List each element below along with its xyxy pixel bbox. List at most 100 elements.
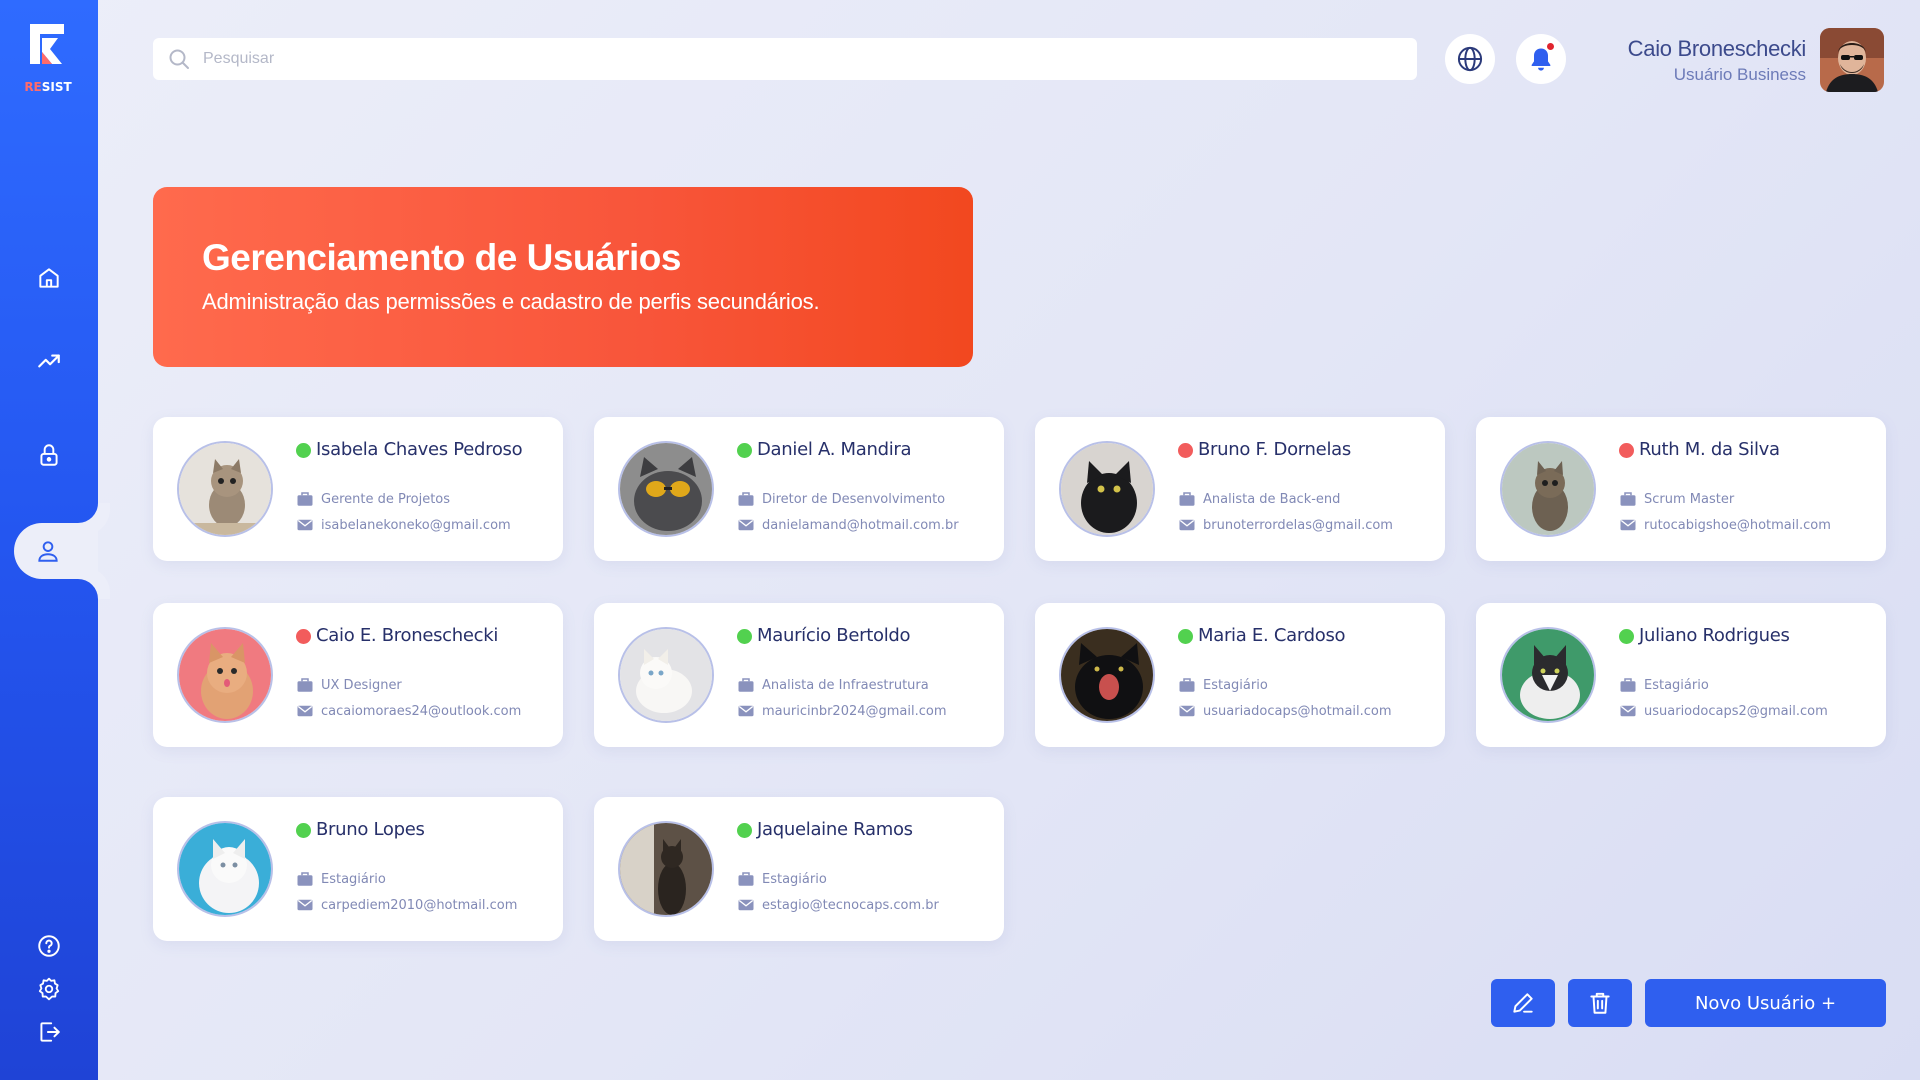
mail-icon <box>297 899 313 911</box>
status-indicator <box>296 443 311 458</box>
user-card-email: isabelanekoneko@gmail.com <box>296 516 511 534</box>
user-card-email-text: mauricinbr2024@gmail.com <box>762 703 947 719</box>
user-card-name: Ruth M. da Silva <box>1639 439 1780 460</box>
user-card[interactable]: Juliano Rodrigues Estagiário usuariodocaps… <box>1476 603 1886 747</box>
user-card-name: Daniel A. Mandira <box>757 439 912 460</box>
status-indicator <box>1619 443 1634 458</box>
user-card[interactable]: Maria E. Cardoso Estagiário usuariadocaps@… <box>1035 603 1445 747</box>
briefcase-icon <box>738 678 754 692</box>
user-card-avatar <box>1500 627 1596 723</box>
user-card-name: Bruno Lopes <box>316 819 425 840</box>
user-role: Usuário Business <box>1673 65 1806 84</box>
mail-icon <box>738 705 754 717</box>
user-card-email: brunoterrordelas@gmail.com <box>1178 516 1393 534</box>
user-card-email-text: estagio@tecnocaps.com.br <box>762 897 939 913</box>
user-card[interactable]: Jaquelaine Ramos Estagiário estagio@tecnoc… <box>594 797 1004 941</box>
briefcase-icon <box>1620 678 1636 692</box>
user-card-avatar <box>618 821 714 917</box>
sidebar-item-logout[interactable] <box>0 1004 98 1060</box>
edit-button[interactable] <box>1491 979 1555 1027</box>
status-indicator <box>737 443 752 458</box>
user-card[interactable]: Bruno F. Dornelas Analista de Back-end bru… <box>1035 417 1445 561</box>
page-subtitle: Administração das permissões e cadastro … <box>202 289 820 314</box>
user-card[interactable]: Isabela Chaves Pedroso Gerente de Projeto… <box>153 417 563 561</box>
user-card[interactable]: Bruno Lopes Estagiário carpediem2010@hotma… <box>153 797 563 941</box>
user-card-role-text: UX Designer <box>321 677 402 693</box>
notification-badge <box>1545 41 1556 52</box>
user-card-name: Jaquelaine Ramos <box>757 819 913 840</box>
home-icon <box>39 268 59 288</box>
user-card-name: Isabela Chaves Pedroso <box>316 439 523 460</box>
sidebar-item-home[interactable] <box>0 250 98 306</box>
user-card-name: Maurício Bertoldo <box>757 625 911 646</box>
user-card[interactable]: Maurício Bertoldo Analista de Infraestrut… <box>594 603 1004 747</box>
user-card[interactable]: Daniel A. Mandira Diretor de Desenvolvime… <box>594 417 1004 561</box>
user-card-email: danielamand@hotmail.com.br <box>737 516 959 534</box>
search-icon <box>169 49 189 69</box>
help-icon <box>38 935 60 957</box>
sidebar-item-analytics[interactable] <box>0 333 98 389</box>
user-card-role: Scrum Master <box>1619 490 1734 508</box>
user-card[interactable]: Caio E. Broneschecki UX Designer cacaiomor… <box>153 603 563 747</box>
briefcase-icon <box>1179 678 1195 692</box>
page-title: Gerenciamento de Usuários <box>202 237 681 278</box>
briefcase-icon <box>297 872 313 886</box>
user-card-email: cacaiomoraes24@outlook.com <box>296 702 521 720</box>
user-name: Caio Broneschecki <box>1627 36 1807 61</box>
briefcase-icon <box>738 872 754 886</box>
user-card-role-text: Estagiário <box>321 871 386 887</box>
user-card-avatar <box>177 627 273 723</box>
briefcase-icon <box>297 492 313 506</box>
logo-mark-icon <box>30 24 64 64</box>
notifications-button[interactable] <box>1516 34 1566 84</box>
search-bar[interactable] <box>153 38 1417 80</box>
user-icon <box>38 541 58 562</box>
user-card-email-text: brunoterrordelas@gmail.com <box>1203 517 1393 533</box>
user-card-email-text: danielamand@hotmail.com.br <box>762 517 959 533</box>
sidebar-item-security[interactable] <box>0 427 98 483</box>
user-card-avatar <box>177 821 273 917</box>
user-card-role: Estagiário <box>737 870 827 888</box>
user-card-email: usuariodocaps2@gmail.com <box>1619 702 1828 720</box>
user-card-email-text: usuariadocaps@hotmail.com <box>1203 703 1392 719</box>
user-card-avatar <box>618 441 714 537</box>
search-input[interactable] <box>203 44 1403 74</box>
status-indicator <box>296 823 311 838</box>
new-user-button[interactable]: Novo Usuário + <box>1645 979 1886 1027</box>
logo[interactable]: RESIST <box>18 22 78 102</box>
user-card-avatar <box>1500 441 1596 537</box>
status-indicator <box>1178 443 1193 458</box>
user-card-email: mauricinbr2024@gmail.com <box>737 702 947 720</box>
briefcase-icon <box>297 678 313 692</box>
user-card[interactable]: Ruth M. da Silva Scrum Master rutocabigsho… <box>1476 417 1886 561</box>
page-banner: Gerenciamento de Usuários Administração … <box>153 187 973 367</box>
user-card-role-text: Estagiário <box>1203 677 1268 693</box>
mail-icon <box>738 519 754 531</box>
language-button[interactable] <box>1445 34 1495 84</box>
sidebar-item-users[interactable] <box>14 523 98 579</box>
user-card-role-text: Diretor de Desenvolvimento <box>762 491 946 507</box>
user-card-name: Caio E. Broneschecki <box>316 625 499 646</box>
user-card-role: Estagiário <box>296 870 386 888</box>
user-card-role: Analista de Back-end <box>1178 490 1340 508</box>
logout-icon <box>40 1022 60 1042</box>
user-card-email-text: usuariodocaps2@gmail.com <box>1644 703 1828 719</box>
user-card-role: Analista de Infraestrutura <box>737 676 929 694</box>
user-card-role-text: Analista de Back-end <box>1203 491 1341 507</box>
new-user-label: Novo Usuário + <box>1694 992 1837 1014</box>
user-card-role: Estagiário <box>1619 676 1709 694</box>
user-card-role: Diretor de Desenvolvimento <box>737 490 945 508</box>
delete-button[interactable] <box>1568 979 1632 1027</box>
status-indicator <box>737 823 752 838</box>
status-indicator <box>737 629 752 644</box>
user-info[interactable]: Caio Broneschecki Usuário Business <box>1627 36 1807 85</box>
user-card-name: Bruno F. Dornelas <box>1198 439 1351 460</box>
user-card-name: Juliano Rodrigues <box>1639 625 1790 646</box>
user-card-role-text: Estagiário <box>762 871 827 887</box>
user-card-email: usuariadocaps@hotmail.com <box>1178 702 1392 720</box>
briefcase-icon <box>1620 492 1636 506</box>
edit-icon <box>1513 993 1533 1013</box>
user-card-role: UX Designer <box>296 676 402 694</box>
user-avatar[interactable] <box>1820 28 1884 92</box>
trending-icon <box>38 354 60 368</box>
